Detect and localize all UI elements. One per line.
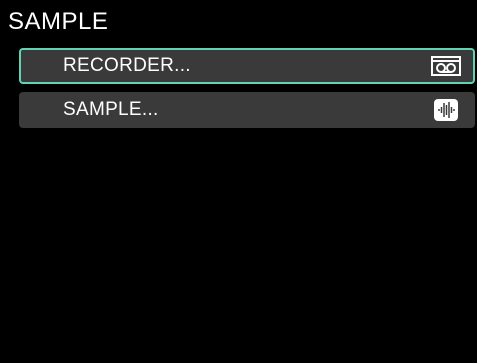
waveform-icon — [431, 99, 461, 121]
menu-item-sample[interactable]: SAMPLE... — [19, 92, 475, 128]
menu-item-label: RECORDER... — [63, 55, 191, 76]
menu-item-recorder[interactable]: RECORDER... — [19, 48, 475, 84]
menu-item-label: SAMPLE... — [63, 99, 159, 120]
page-title: SAMPLE — [8, 8, 109, 35]
sample-screen: SAMPLE RECORDER... SAMPLE... — [0, 0, 477, 363]
sample-menu: RECORDER... SAMPLE... — [19, 48, 475, 136]
cassette-tape-icon — [431, 55, 461, 77]
